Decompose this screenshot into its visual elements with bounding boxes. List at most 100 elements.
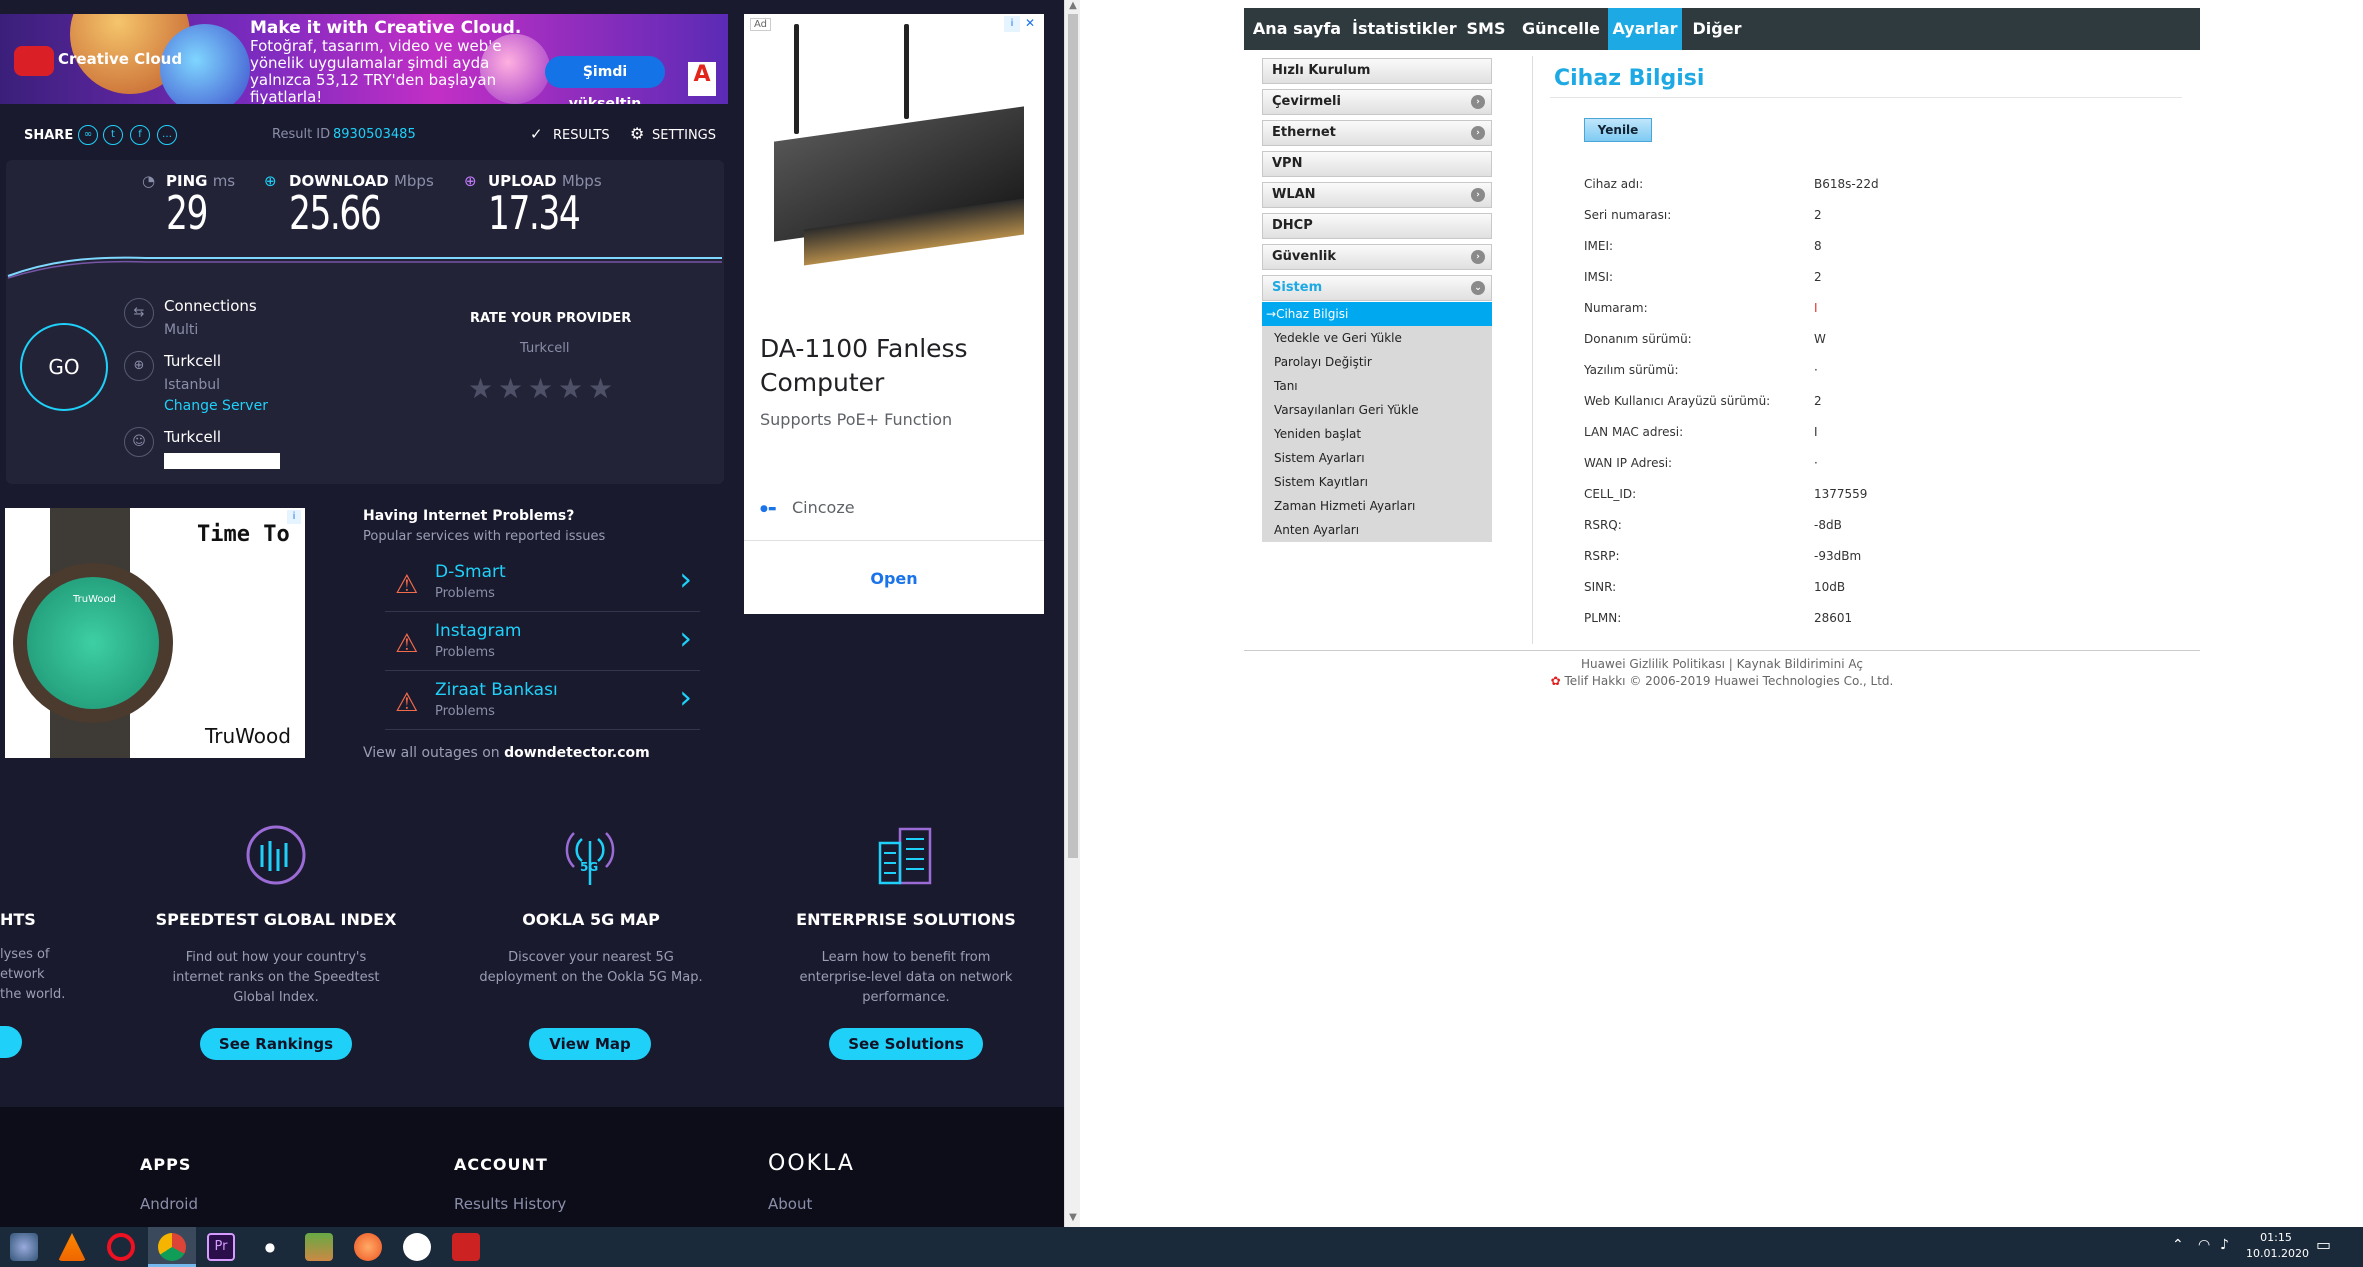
feature-partial-button[interactable]	[0, 1026, 22, 1058]
opera-icon[interactable]	[107, 1233, 135, 1261]
star-icon[interactable]: ★	[588, 372, 613, 405]
star-icon[interactable]: ★	[558, 372, 583, 405]
twitter-icon[interactable]: t	[103, 125, 123, 145]
chrome-icon[interactable]	[158, 1233, 186, 1261]
results-link[interactable]: RESULTS	[553, 128, 610, 143]
ad-open-button[interactable]: Open	[744, 569, 1044, 588]
problem-name: Instagram	[435, 621, 522, 641]
field-value: -93dBm	[1814, 549, 1862, 563]
scrollbar-thumb[interactable]	[1068, 14, 1078, 858]
footer-about-link[interactable]: About	[768, 1195, 812, 1213]
clock-date[interactable]: 10.01.2020	[2246, 1247, 2309, 1260]
ad-choices-icon[interactable]: i	[287, 510, 301, 524]
result-id[interactable]: 8930503485	[333, 127, 416, 142]
menu-vpn[interactable]: VPN	[1262, 151, 1492, 177]
fanless-computer-ad[interactable]: Ad i ✕ DA-1100 Fanless Computer Supports…	[744, 14, 1044, 614]
star-icon[interactable]: ★	[468, 372, 493, 405]
watch-ad[interactable]: Time To TruWood TruWood i	[5, 508, 305, 758]
submenu-zaman-hizmeti[interactable]: Zaman Hizmeti Ayarları	[1262, 494, 1492, 518]
submenu-cihaz-bilgisi[interactable]: →Cihaz Bilgisi	[1262, 302, 1492, 326]
problem-row-instagram[interactable]: ⚠ Instagram Problems ›	[385, 615, 700, 671]
source-notice-link[interactable]: Kaynak Bildirimini Aç	[1737, 657, 1863, 671]
menu-wlan[interactable]: WLAN ›	[1262, 182, 1492, 208]
nav-istatistikler[interactable]: İstatistikler	[1352, 8, 1457, 50]
field-value: -8dB	[1814, 518, 1842, 532]
app-icon[interactable]	[10, 1233, 38, 1261]
field-value: ·	[1814, 363, 1818, 377]
nav-guncelle[interactable]: Güncelle	[1516, 8, 1606, 50]
field-label: Yazılım sürümü:	[1584, 363, 1679, 377]
problem-status: Problems	[435, 645, 495, 660]
field-label: SINR:	[1584, 580, 1617, 594]
chevron-up-icon[interactable]: ⌃	[2172, 1237, 2184, 1253]
expand-icon: ›	[1471, 188, 1485, 202]
menu-guvenlik[interactable]: Güvenlik ›	[1262, 244, 1492, 270]
see-rankings-button[interactable]: See Rankings	[200, 1028, 352, 1060]
menu-sistem[interactable]: Sistem ⌄	[1262, 275, 1492, 301]
more-icon[interactable]: …	[157, 125, 177, 145]
expand-icon: ›	[1471, 250, 1485, 264]
firefox-icon[interactable]	[354, 1233, 382, 1261]
downdetector-link[interactable]: downdetector.com	[504, 745, 650, 761]
global-index-icon	[246, 825, 306, 885]
submenu-parola[interactable]: Parolayı Değiştir	[1262, 350, 1492, 374]
field-value: 8	[1814, 239, 1822, 253]
see-solutions-button[interactable]: See Solutions	[829, 1028, 983, 1060]
menu-ethernet[interactable]: Ethernet ›	[1262, 120, 1492, 146]
submenu-sistem-ayarlari[interactable]: Sistem Ayarları	[1262, 446, 1492, 470]
submenu-yedekle[interactable]: Yedekle ve Geri Yükle	[1262, 326, 1492, 350]
star-icon[interactable]: ★	[528, 372, 553, 405]
steam-icon[interactable]	[403, 1233, 431, 1261]
problem-row-ziraat[interactable]: ⚠ Ziraat Bankası Problems ›	[385, 674, 700, 730]
footer-divider	[1244, 650, 2200, 651]
adobe-logo-icon: A	[688, 62, 716, 96]
nav-ayarlar[interactable]: Ayarlar	[1608, 8, 1682, 50]
field-value: ·	[1814, 456, 1818, 470]
submenu-tani[interactable]: Tanı	[1262, 374, 1492, 398]
clock-time[interactable]: 01:15	[2246, 1231, 2306, 1244]
volume-icon[interactable]: ♪	[2220, 1237, 2229, 1253]
notification-icon[interactable]: ▭	[2316, 1235, 2331, 1254]
problem-name: D-Smart	[435, 562, 506, 582]
privacy-link[interactable]: Huawei Gizlilik Politikası	[1581, 657, 1725, 671]
expand-icon: ›	[1471, 126, 1485, 140]
footer-results-history-link[interactable]: Results History	[454, 1195, 566, 1213]
facebook-icon[interactable]: f	[130, 125, 150, 145]
go-button[interactable]: GO	[20, 323, 108, 411]
submenu-yeniden-baslat[interactable]: Yeniden başlat	[1262, 422, 1492, 446]
scroll-down-icon[interactable]: ▼	[1068, 1212, 1078, 1223]
scroll-up-icon[interactable]: ▲	[1068, 0, 1078, 11]
cpu-z-icon[interactable]	[452, 1233, 480, 1261]
menu-cevirmeli[interactable]: Çevirmeli ›	[1262, 89, 1492, 115]
submenu-sistem-kayitlari[interactable]: Sistem Kayıtları	[1262, 470, 1492, 494]
vlc-icon[interactable]	[58, 1233, 86, 1261]
left-pane-scrollbar[interactable]: ▲ ▼	[1064, 0, 1080, 1227]
premiere-icon[interactable]: Pr	[207, 1233, 235, 1261]
refresh-button[interactable]: Yenile	[1584, 118, 1652, 142]
wifi-icon[interactable]: ◠	[2198, 1237, 2210, 1253]
star-icon[interactable]: ★	[498, 372, 523, 405]
close-icon[interactable]: ✕	[1022, 16, 1038, 32]
ad-cta-button[interactable]: Şimdi yükseltin	[545, 56, 665, 104]
app-icon[interactable]	[305, 1233, 333, 1261]
creative-cloud-ad[interactable]: Creative Cloud Make it with Creative Clo…	[0, 14, 728, 104]
link-icon[interactable]: ∞	[78, 125, 98, 145]
chevron-right-icon: ›	[679, 560, 692, 598]
submenu-anten[interactable]: Anten Ayarları	[1262, 518, 1492, 542]
ad-choices-icon[interactable]: i	[1004, 16, 1020, 32]
view-map-button[interactable]: View Map	[529, 1028, 651, 1060]
nav-ana-sayfa[interactable]: Ana sayfa	[1244, 8, 1350, 50]
change-server-link[interactable]: Change Server	[164, 398, 268, 414]
settings-link[interactable]: SETTINGS	[652, 128, 716, 143]
problem-row-dsmart[interactable]: ⚠ D-Smart Problems ›	[385, 556, 700, 612]
field-label: RSRQ:	[1584, 518, 1622, 532]
download-icon: ⊕	[264, 172, 277, 190]
menu-hizli-kurulum[interactable]: Hızlı Kurulum	[1262, 58, 1492, 84]
field-value: 2	[1814, 270, 1822, 284]
menu-dhcp[interactable]: DHCP	[1262, 213, 1492, 239]
app-icon[interactable]: ●	[256, 1233, 284, 1261]
nav-sms[interactable]: SMS	[1458, 8, 1514, 50]
submenu-varsayilanlar[interactable]: Varsayılanları Geri Yükle	[1262, 398, 1492, 422]
footer-android-link[interactable]: Android	[140, 1195, 198, 1213]
nav-diger[interactable]: Diğer	[1684, 8, 1750, 50]
